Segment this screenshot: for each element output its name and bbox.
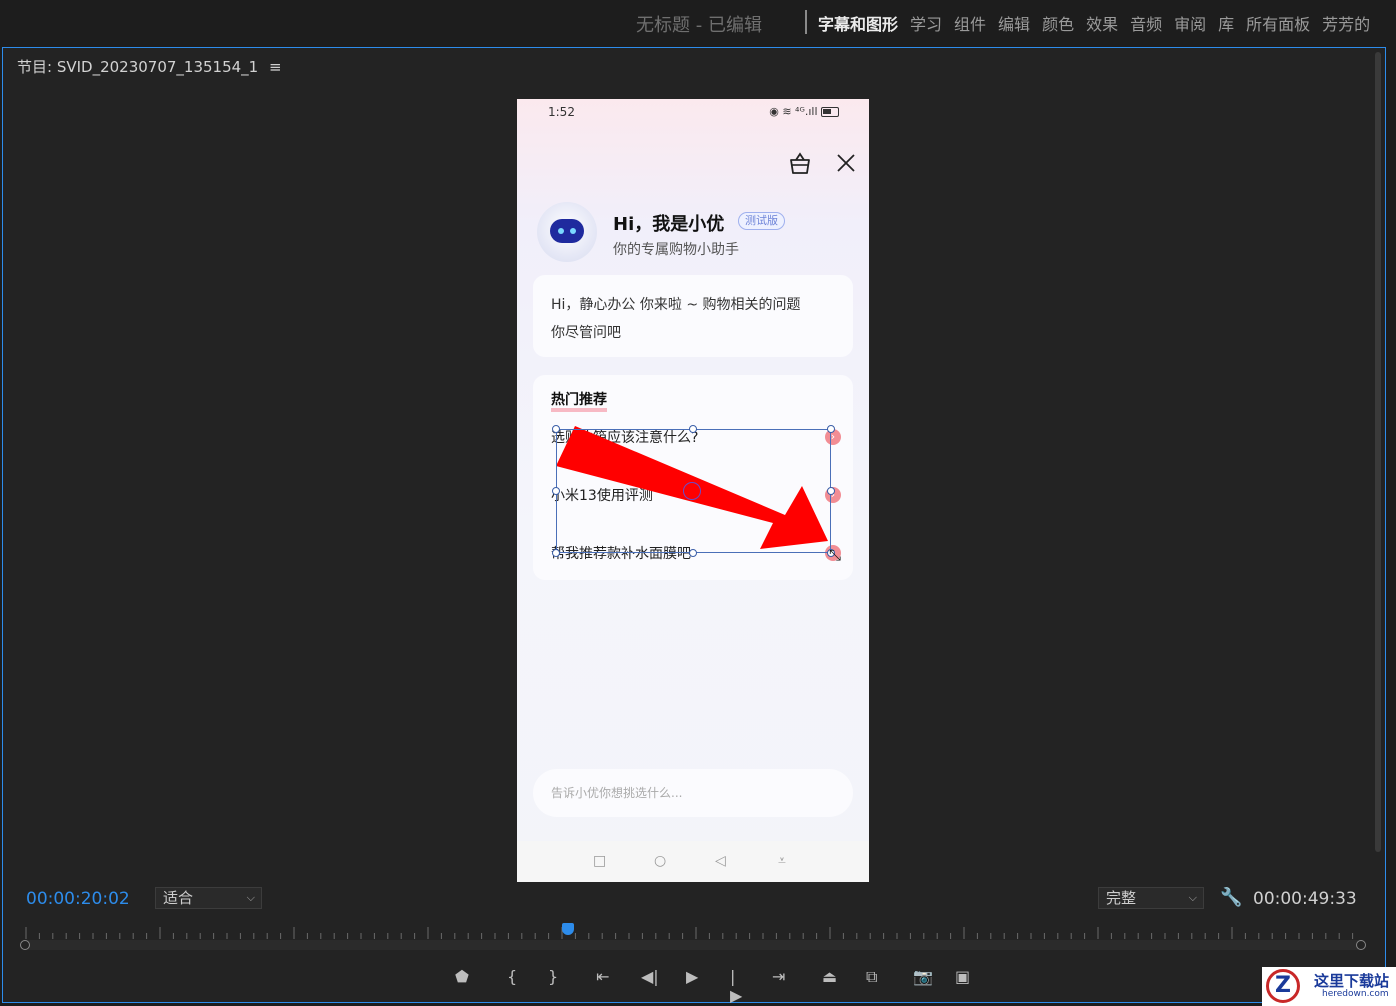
- topbar-divider: [805, 10, 807, 34]
- chat-input: 告诉小优你想挑选什么...: [533, 769, 853, 817]
- program-monitor: 节目: SVID_20230707_135154_1 ≡ 1:52 ◉ ≋ ⁴ᴳ…: [2, 47, 1386, 1003]
- workspace-tab[interactable]: 学习: [910, 11, 942, 35]
- panel-menu-icon[interactable]: ≡: [269, 58, 282, 76]
- back-icon: ◁: [715, 853, 726, 869]
- chevron-right-icon: ›: [825, 545, 841, 561]
- monitor-scrollbar[interactable]: [1375, 52, 1381, 852]
- beta-badge: 测试版: [738, 212, 785, 230]
- notification-icon: ⩡: [778, 853, 786, 869]
- workspace-tab[interactable]: 音频: [1130, 11, 1162, 35]
- close-icon: [837, 154, 855, 172]
- step-back-icon[interactable]: ◀|: [641, 967, 659, 986]
- playhead-timecode[interactable]: 00:00:20:02: [26, 889, 130, 909]
- hot-recommendation-card: 热门推荐 选购冰箱应该注意什么? › 小米13使用评测 › 帮我推荐款补水面膜吧…: [533, 375, 853, 580]
- playback-resolution-select[interactable]: 完整 ⌵: [1098, 887, 1204, 909]
- playback-resolution-value: 完整: [1106, 889, 1137, 907]
- chevron-down-icon: ⌵: [246, 891, 255, 904]
- step-forward-icon[interactable]: |▶: [730, 967, 742, 1005]
- range-start-handle[interactable]: [20, 940, 30, 950]
- lift-icon[interactable]: ⏏: [822, 967, 837, 986]
- workspace-tab[interactable]: 所有面板: [1246, 11, 1310, 35]
- range-end-handle[interactable]: [1356, 940, 1366, 950]
- settings-wrench-icon[interactable]: 🔧: [1220, 887, 1242, 908]
- chevron-right-icon: ›: [825, 487, 841, 503]
- watermark-z-logo-icon: Z: [1266, 969, 1300, 1003]
- workspace-tab[interactable]: 组件: [954, 11, 986, 35]
- robot-avatar: [537, 202, 597, 262]
- chevron-right-icon: ›: [825, 429, 841, 445]
- shopping-basket-icon: [790, 152, 810, 174]
- workspace-tabs: 字幕和图形 学习 组件 编辑 颜色 效果 音频 审阅库所有面板 芳芳的: [818, 11, 1370, 35]
- workspace-tab[interactable]: 效果: [1086, 11, 1118, 35]
- status-time: 1:52: [548, 105, 575, 119]
- hot-title: 热门推荐: [551, 392, 607, 412]
- home-icon: ○: [654, 853, 667, 869]
- play-icon[interactable]: ▶: [686, 967, 698, 986]
- welcome-line: Hi，静心办公 你来啦 ~ 购物相关的问题: [551, 297, 801, 313]
- watermark-cn: 这里下载站: [1314, 972, 1390, 990]
- workspace-tab[interactable]: 芳芳的: [1322, 11, 1370, 35]
- watermark-logo: Z 这里下载站 heredown.com: [1262, 967, 1396, 1006]
- zoom-level-select[interactable]: 适合 ⌵: [155, 887, 262, 909]
- robot-eye: [570, 228, 576, 234]
- welcome-line: 你尽管问吧: [551, 325, 621, 341]
- status-icons: ◉ ≋ ⁴ᴳ.ıll: [769, 105, 839, 118]
- video-frame-phone-screen[interactable]: 1:52 ◉ ≋ ⁴ᴳ.ıll Hi，我是小优 测试版 你的专属购物小助手 Hi…: [517, 99, 869, 882]
- robot-eye: [558, 228, 564, 234]
- go-to-out-icon[interactable]: ⇥: [772, 967, 785, 986]
- welcome-message-card: Hi，静心办公 你来啦 ~ 购物相关的问题 你尽管问吧: [533, 275, 853, 357]
- project-title: 无标题 - 已编辑: [636, 15, 762, 36]
- extract-icon[interactable]: ⧉: [866, 967, 877, 987]
- workspace-tab[interactable]: 审阅: [1174, 11, 1206, 35]
- workspace-bar: 无标题 - 已编辑 字幕和图形 学习 组件 编辑 颜色 效果 音频 审阅库所有面板 芳芳的: [0, 0, 1396, 46]
- export-frame-camera-icon[interactable]: 📷: [913, 967, 933, 986]
- add-marker-icon[interactable]: ⬟: [455, 967, 469, 986]
- workspace-tab[interactable]: 编辑: [998, 11, 1030, 35]
- compare-view-icon[interactable]: ▣: [955, 967, 970, 986]
- zoom-level-value: 适合: [163, 889, 194, 907]
- recents-icon: □: [593, 853, 607, 869]
- ruler-ticks: [25, 927, 1354, 939]
- mark-in-icon[interactable]: {: [507, 967, 517, 986]
- hot-item: 小米13使用评测: [551, 488, 653, 504]
- mark-out-icon[interactable]: }: [548, 967, 558, 986]
- time-ruler[interactable]: [20, 923, 1366, 950]
- greeting-subtitle: 你的专属购物小助手: [613, 242, 739, 258]
- ruler-track[interactable]: [26, 940, 1362, 950]
- workspace-tab[interactable]: 库: [1218, 11, 1234, 35]
- chevron-down-icon: ⌵: [1188, 891, 1197, 904]
- greeting-title: Hi，我是小优: [613, 214, 725, 235]
- workspace-tab[interactable]: 字幕和图形: [818, 11, 898, 35]
- watermark-en: heredown.com: [1322, 989, 1389, 999]
- monitor-title-text: 节目: SVID_20230707_135154_1: [17, 58, 259, 76]
- hot-item: 帮我推荐款补水面膜吧: [551, 546, 691, 562]
- go-to-in-icon[interactable]: ⇤: [596, 967, 609, 986]
- android-nav-bar: □ ○ ◁ ⩡: [517, 841, 869, 882]
- hot-item: 选购冰箱应该注意什么?: [551, 430, 699, 446]
- status-signal-icons: ◉ ≋ ⁴ᴳ.ıll: [769, 105, 818, 118]
- monitor-title[interactable]: 节目: SVID_20230707_135154_1 ≡: [17, 56, 282, 77]
- robot-face-icon: [550, 219, 584, 243]
- battery-icon: [821, 107, 839, 117]
- duration-timecode: 00:00:49:33: [1253, 889, 1357, 909]
- workspace-tab[interactable]: 颜色: [1042, 11, 1074, 35]
